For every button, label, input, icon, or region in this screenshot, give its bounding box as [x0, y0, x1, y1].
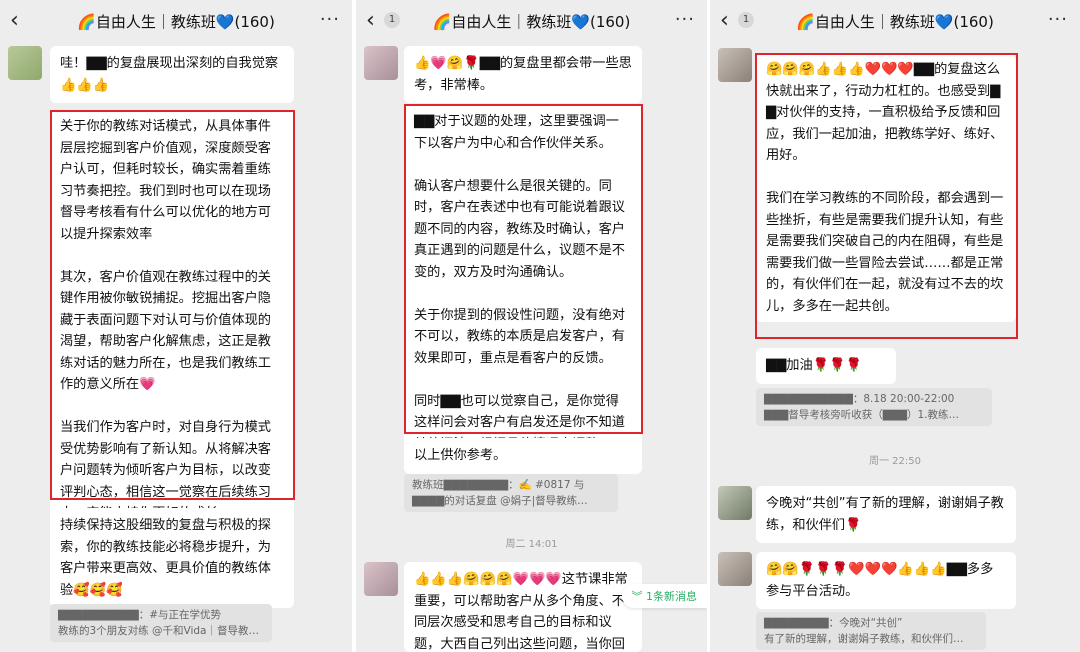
more-icon[interactable]: ···: [1048, 9, 1068, 30]
group-title: 🌈自由人生｜教练班💙(160): [796, 13, 994, 31]
message-bubble[interactable]: 👍💗🤗🌹▇▇的复盘里都会带一些思考，非常棒。: [404, 46, 642, 103]
chat-panel-2: ‹ 1 🌈自由人生｜教练班💙(160) ··· 👍💗🤗🌹▇▇的复盘里都会带一些思…: [356, 0, 707, 652]
message-bubble[interactable]: 持续保持这股细致的复盘与积极的探索，你的教练技能必将稳步提升，为客户带来更高效、…: [50, 508, 294, 608]
message-bubble[interactable]: ▇▇加油🌹🌹🌹: [756, 348, 896, 384]
timestamp: 周二 14:01: [505, 539, 558, 550]
avatar[interactable]: [364, 562, 398, 596]
new-message-tip[interactable]: ︾ 1条新消息: [621, 584, 707, 608]
group-title: 🌈自由人生｜教练班💙(160): [77, 13, 275, 31]
message-bubble[interactable]: 今晚对“共创”有了新的理解，谢谢娟子教练，和伙伴们🌹: [756, 486, 1016, 543]
more-icon[interactable]: ···: [675, 9, 695, 30]
avatar[interactable]: [718, 48, 752, 82]
avatar[interactable]: [364, 46, 398, 80]
more-icon[interactable]: ···: [320, 9, 340, 30]
chat-header: ‹ 1 🌈自由人生｜教练班💙(160) ···: [356, 0, 707, 44]
quoted-message[interactable]: ▇▇▇▇▇▇▇▇：今晚对“共创” 有了新的理解，谢谢娟子教练，和伙伴们…: [756, 612, 986, 650]
chat-panel-1: ‹ 🌈自由人生｜教练班💙(160) ··· 哇！▇▇的复盘展现出深刻的自我觉察👍…: [0, 0, 352, 652]
message-bubble[interactable]: 哇！▇▇的复盘展现出深刻的自我觉察👍👍👍: [50, 46, 294, 103]
avatar[interactable]: [718, 552, 752, 586]
group-title: 🌈自由人生｜教练班💙(160): [432, 13, 631, 31]
highlight-box: [755, 53, 1018, 339]
avatar[interactable]: [718, 486, 752, 520]
message-bubble[interactable]: 🤗🤗🌹🌹🌹❤️❤️❤️👍👍👍▇▇多多参与平台活动。: [756, 552, 1016, 609]
quoted-message[interactable]: ▇▇▇▇▇▇▇▇▇▇：#与正在学优势 教练的3个朋友对练 @千和Vida｜督导教…: [50, 604, 272, 642]
message-bubble[interactable]: 以上供你参考。: [404, 438, 642, 474]
timestamp: 周一 22:50: [869, 456, 921, 467]
chat-header: ‹ 1 🌈自由人生｜教练班💙(160) ···: [710, 0, 1080, 44]
quoted-message[interactable]: 教练班▇▇▇▇▇▇▇▇：✍️ #0817 与 ▇▇▇▇的对话复盘 @娟子|督导教…: [404, 474, 618, 512]
chat-panel-3: ‹ 1 🌈自由人生｜教练班💙(160) ··· 🤗🤗🤗👍👍👍❤️❤️❤️▇▇的复…: [710, 0, 1080, 652]
highlight-box: [50, 110, 295, 500]
chat-header: ‹ 🌈自由人生｜教练班💙(160) ···: [0, 0, 352, 44]
avatar[interactable]: [8, 46, 42, 80]
message-bubble[interactable]: 👍👍👍🤗🤗🤗💗💗💗这节课非常重要，可以帮助客户从多个角度、不同层次感受和思考自己…: [404, 562, 642, 652]
highlight-box: [404, 104, 643, 434]
quoted-message[interactable]: ▇▇▇▇▇▇▇▇▇▇▇：8.18 20:00-22:00 ▇▇▇督导考核旁听收获…: [756, 388, 992, 426]
